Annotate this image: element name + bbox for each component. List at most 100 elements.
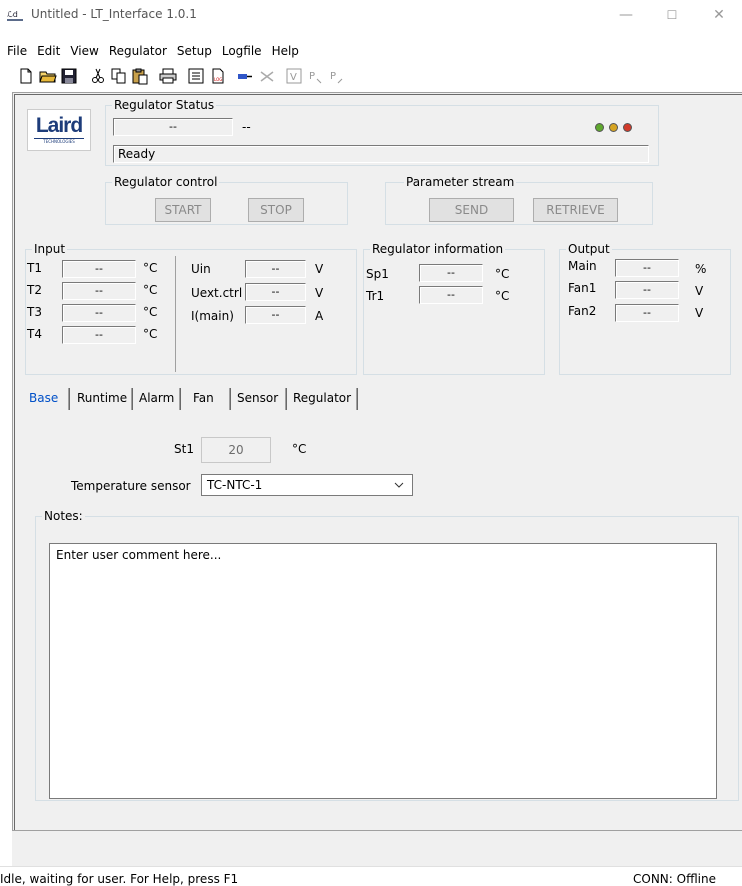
notes-legend: Notes: <box>44 509 83 523</box>
start-button[interactable]: START <box>155 198 211 222</box>
t3-value: -- <box>62 304 136 322</box>
print-icon[interactable] <box>159 67 177 85</box>
status-leds <box>595 123 655 133</box>
menu-help[interactable]: Help <box>267 44 304 58</box>
window-title: Untitled - LT_Interface 1.0.1 <box>31 7 197 21</box>
app-icon: ℒd <box>7 8 23 22</box>
open-folder-icon[interactable] <box>39 67 57 85</box>
main-unit: % <box>695 262 707 276</box>
menu-setup[interactable]: Setup <box>172 44 217 58</box>
disconnect-icon <box>260 71 274 82</box>
status-text: Idle, waiting for user. For Help, press … <box>0 872 239 886</box>
st1-value: 20 <box>228 443 244 457</box>
log-icon[interactable]: LOG <box>209 67 227 85</box>
send-button[interactable]: SEND <box>429 198 514 222</box>
tab-runtime[interactable]: Runtime <box>73 388 131 410</box>
menu-logfile[interactable]: Logfile <box>217 44 267 58</box>
t1-unit: °C <box>143 261 158 275</box>
tab-alarm[interactable]: Alarm <box>135 388 178 410</box>
statusbar-divider <box>0 866 742 867</box>
green-led-icon <box>595 123 604 132</box>
st1-input[interactable]: 20 <box>201 437 271 463</box>
tab-fan[interactable]: Fan <box>189 388 218 410</box>
chevron-down-icon <box>394 482 404 488</box>
logo-subtext: TECHNOLOGIES <box>34 138 84 145</box>
st1-label: St1 <box>174 442 194 456</box>
svg-text:ℒd: ℒd <box>7 10 18 19</box>
close-button[interactable]: ✕ <box>696 0 742 30</box>
menu-edit[interactable]: Edit <box>32 44 65 58</box>
uin-unit: V <box>315 262 324 276</box>
svg-text:P: P <box>309 71 315 82</box>
tab-base[interactable]: Base <box>25 388 62 410</box>
tab-regulator[interactable]: Regulator <box>289 388 355 410</box>
fan1-label: Fan1 <box>568 281 597 295</box>
t4-value: -- <box>62 326 136 344</box>
parameter-retrieve-icon: P <box>330 71 343 84</box>
st1-unit: °C <box>292 442 307 456</box>
tr1-label: Tr1 <box>366 289 385 303</box>
fan1-value: -- <box>615 281 679 299</box>
regulator-information-group: Regulator information <box>363 242 545 375</box>
maximize-button[interactable]: ☐ <box>649 0 695 30</box>
menu-view[interactable]: View <box>65 44 103 58</box>
t1-value: -- <box>62 260 136 278</box>
notes-textarea[interactable]: Enter user comment here... <box>49 543 717 799</box>
bottom-panel <box>12 830 742 866</box>
uext-value: -- <box>245 283 306 301</box>
yellow-led-icon <box>609 123 618 132</box>
copy-icon[interactable] <box>110 67 128 85</box>
tab-strip <box>15 95 16 96</box>
uext-label: Uext.ctrl <box>191 286 243 300</box>
list-icon[interactable] <box>187 67 205 85</box>
imain-unit: A <box>315 309 324 323</box>
imain-value: -- <box>245 306 306 324</box>
input-legend: Input <box>34 242 66 256</box>
t2-unit: °C <box>143 283 158 297</box>
parameter-stream-legend: Parameter stream <box>406 175 515 189</box>
paste-icon[interactable] <box>131 67 149 85</box>
connect-icon[interactable] <box>236 67 254 85</box>
regulator-control-legend: Regulator control <box>114 175 218 189</box>
connection-status: CONN: Offline <box>633 872 717 886</box>
toolbar: LOG V P P <box>13 64 453 88</box>
cut-icon[interactable] <box>89 67 107 85</box>
main-label: Main <box>568 259 597 273</box>
t3-label: T3 <box>27 305 42 319</box>
stop-button[interactable]: STOP <box>248 198 304 222</box>
parameter-send-icon: P <box>309 71 322 84</box>
regulator-information-legend: Regulator information <box>372 242 504 256</box>
t1-label: T1 <box>27 261 42 275</box>
regulator-control-group: Regulator control <box>105 175 348 225</box>
regulator-status-legend: Regulator Status <box>114 98 215 112</box>
new-file-icon[interactable] <box>17 67 35 85</box>
title-bar: ℒd Untitled - LT_Interface 1.0.1 — ☐ ✕ <box>0 0 742 30</box>
minimize-button[interactable]: — <box>603 0 649 30</box>
main-panel: Laird TECHNOLOGIES Regulator Status -- -… <box>12 92 742 830</box>
menu-regulator[interactable]: Regulator <box>104 44 172 58</box>
fan1-unit: V <box>695 284 704 298</box>
regulator-status-text: Ready <box>113 145 649 163</box>
svg-text:V: V <box>290 72 297 83</box>
menu-bar: File Edit View Regulator Setup Logfile Help <box>2 44 304 64</box>
save-icon[interactable] <box>60 67 78 85</box>
t4-unit: °C <box>143 327 158 341</box>
sp1-label: Sp1 <box>366 267 389 281</box>
t2-label: T2 <box>27 283 42 297</box>
laird-logo: Laird TECHNOLOGIES <box>27 109 91 151</box>
sp1-value: -- <box>419 264 483 282</box>
menu-file[interactable]: File <box>2 44 32 58</box>
regulator-status-field-1: -- <box>113 118 233 136</box>
fan2-label: Fan2 <box>568 304 597 318</box>
retrieve-button[interactable]: RETRIEVE <box>533 198 618 222</box>
regulator-status-field-2: -- <box>242 120 251 134</box>
temperature-sensor-value: TC-NTC-1 <box>207 478 263 492</box>
tr1-unit: °C <box>495 289 510 303</box>
uin-value: -- <box>245 260 306 278</box>
main-value: -- <box>615 259 679 277</box>
temperature-sensor-label: Temperature sensor <box>71 479 191 493</box>
svg-text:P: P <box>330 71 336 82</box>
tab-sensor[interactable]: Sensor <box>233 388 282 410</box>
imain-label: I(main) <box>191 309 234 323</box>
temperature-sensor-select[interactable]: TC-NTC-1 <box>201 474 413 496</box>
